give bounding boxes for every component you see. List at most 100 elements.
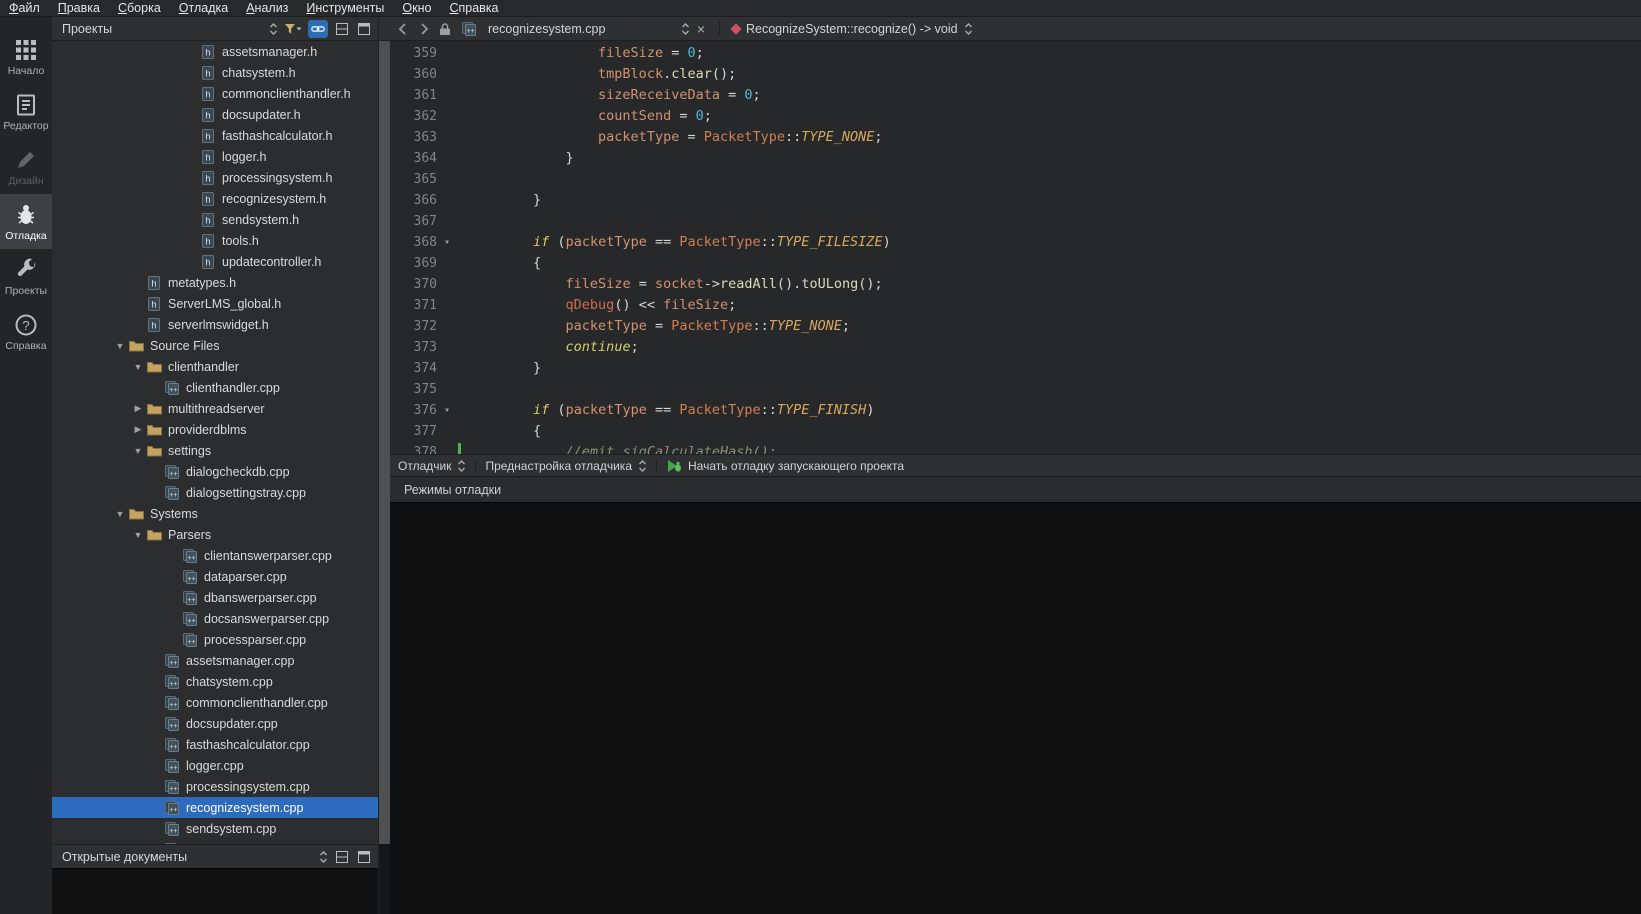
menu-item-help[interactable]: Справка xyxy=(440,0,507,16)
project-pane-title[interactable]: Проекты xyxy=(62,22,112,36)
pane-selector-spin-icon[interactable] xyxy=(269,22,278,36)
line-number: 362 xyxy=(390,109,444,124)
tree-item-fasthashcalculator.cpp[interactable]: ++fasthashcalculator.cpp xyxy=(52,734,378,755)
fold-marker-icon[interactable]: ▾ xyxy=(444,405,462,416)
tree-item-assetsmanager.h[interactable]: hassetsmanager.h xyxy=(52,41,378,62)
tree-item-serverlmswidget.h[interactable]: hserverlmswidget.h xyxy=(52,314,378,335)
sidebar-item-debug[interactable]: Отладка xyxy=(0,194,52,249)
debug-preset-spin-icon[interactable] xyxy=(638,459,647,473)
open-documents-spin-icon[interactable] xyxy=(319,850,328,864)
folder-icon xyxy=(146,443,162,459)
open-documents-title[interactable]: Открытые документы xyxy=(62,850,187,864)
symbol-spin-icon[interactable] xyxy=(964,22,973,36)
code-content[interactable]: fileSize = 0; tmpBlock.clear(); sizeRece… xyxy=(462,43,1641,454)
tree-item-docsupdater.cpp[interactable]: ++docsupdater.cpp xyxy=(52,713,378,734)
line-number: 369 xyxy=(390,256,444,271)
chevron-right-icon[interactable]: ▶ xyxy=(130,424,146,435)
menu-item-tools[interactable]: Инструменты xyxy=(297,0,393,16)
tree-item-parsers[interactable]: ▼Parsers xyxy=(52,524,378,545)
tree-item-clientanswerparser.cpp[interactable]: ++clientanswerparser.cpp xyxy=(52,545,378,566)
forward-icon[interactable] xyxy=(415,19,433,39)
chevron-right-icon[interactable]: ▶ xyxy=(130,403,146,414)
tree-item-fasthashcalculator.h[interactable]: hfasthashcalculator.h xyxy=(52,125,378,146)
sidebar-item-help[interactable]: ?Справка xyxy=(0,304,52,359)
tree-item-clienthandler.cpp[interactable]: ++clienthandler.cpp xyxy=(52,377,378,398)
sidebar-item-welcome[interactable]: Начало xyxy=(0,29,52,84)
svg-text:++: ++ xyxy=(169,702,177,709)
split-icon[interactable] xyxy=(334,848,350,866)
tree-item-docsupdater.h[interactable]: hdocsupdater.h xyxy=(52,104,378,125)
tree-item-systems[interactable]: ▼Systems xyxy=(52,503,378,524)
tree-item-assetsmanager.cpp[interactable]: ++assetsmanager.cpp xyxy=(52,650,378,671)
tree-item-chatsystem.cpp[interactable]: ++chatsystem.cpp xyxy=(52,671,378,692)
debugger-combo-spin-icon[interactable] xyxy=(457,459,466,473)
tree-scrollbar[interactable] xyxy=(378,17,390,914)
debugger-combo[interactable]: Отладчик xyxy=(398,459,451,473)
close-pane-icon[interactable] xyxy=(356,20,372,38)
sidebar-item-projects[interactable]: Проекты xyxy=(0,249,52,304)
tree-item-label: processparser.cpp xyxy=(204,633,306,647)
back-icon[interactable] xyxy=(394,19,412,39)
tree-item-multithreadserver[interactable]: ▶multithreadserver xyxy=(52,398,378,419)
tree-item-label: docsupdater.cpp xyxy=(186,717,278,731)
code-editor[interactable]: 359360361362363364365366367368▾369370371… xyxy=(390,41,1641,454)
symbol-selector[interactable]: RecognizeSystem::recognize() -> void xyxy=(728,17,977,40)
sidebar-item-design[interactable]: Дизайн xyxy=(0,139,52,194)
tree-item-processparser.cpp[interactable]: ++ processparser.cpp xyxy=(52,629,378,650)
tree-item-docsanswerparser.cpp[interactable]: ++docsanswerparser.cpp xyxy=(52,608,378,629)
tree-item-label: updatecontroller.h xyxy=(222,255,321,269)
sidebar-item-editor[interactable]: Редактор xyxy=(0,84,52,139)
chevron-down-icon[interactable]: ▼ xyxy=(130,530,146,540)
chevron-down-icon[interactable]: ▼ xyxy=(130,362,146,372)
tree-item-processingsystem.h[interactable]: hprocessingsystem.h xyxy=(52,167,378,188)
tree-item-providerdblms[interactable]: ▶providerdblms xyxy=(52,419,378,440)
tree-item-processingsystem.cpp[interactable]: ++processingsystem.cpp xyxy=(52,776,378,797)
tree-item-clienthandler[interactable]: ▼clienthandler xyxy=(52,356,378,377)
menu-item-window[interactable]: Окно xyxy=(393,0,440,16)
chevron-down-icon[interactable]: ▼ xyxy=(130,446,146,456)
chevron-down-icon[interactable]: ▼ xyxy=(112,341,128,351)
menu-item-file[interactable]: Файл xyxy=(0,0,49,16)
split-icon[interactable] xyxy=(334,20,350,38)
tree-item-recognizesystem.cpp[interactable]: ++recognizesystem.cpp xyxy=(52,797,378,818)
tree-item-dataparser.cpp[interactable]: ++dataparser.cpp xyxy=(52,566,378,587)
tree-item-logger.h[interactable]: hlogger.h xyxy=(52,146,378,167)
menu-item-edit[interactable]: Правка xyxy=(49,0,109,16)
tree-item-logger.cpp[interactable]: ++logger.cpp xyxy=(52,755,378,776)
tree-item-settings[interactable]: ▼settings xyxy=(52,440,378,461)
fold-marker-icon[interactable]: ▾ xyxy=(444,237,462,248)
tree-item-updatecontroller.h[interactable]: hupdatecontroller.h xyxy=(52,251,378,272)
tree-item-commonclienthandler.h[interactable]: hcommonclienthandler.h xyxy=(52,83,378,104)
debug-preset-combo[interactable]: Преднастройка отладчика xyxy=(485,459,632,473)
start-debug-icon[interactable] xyxy=(666,457,682,475)
chevron-down-icon[interactable]: ▼ xyxy=(112,509,128,519)
menu-item-debug[interactable]: Отладка xyxy=(170,0,237,16)
start-debug-label[interactable]: Начать отладку запускающего проекта xyxy=(688,459,904,473)
tree-item-chatsystem.h[interactable]: hchatsystem.h xyxy=(52,62,378,83)
tree-item-metatypes.h[interactable]: hmetatypes.h xyxy=(52,272,378,293)
tree-item-sendsystem.cpp[interactable]: ++sendsystem.cpp xyxy=(52,818,378,839)
tree-item-serverlms_global.h[interactable]: hServerLMS_global.h xyxy=(52,293,378,314)
lock-icon[interactable] xyxy=(436,19,454,39)
tree-item-dialogcheckdb.cpp[interactable]: ++dialogcheckdb.cpp xyxy=(52,461,378,482)
menu-item-analyze[interactable]: Анализ xyxy=(237,0,297,16)
tree-item-recognizesystem.h[interactable]: hrecognizesystem.h xyxy=(52,188,378,209)
sync-with-editor-icon[interactable] xyxy=(308,20,328,38)
tree-item-dbanswerparser.cpp[interactable]: ++dbanswerparser.cpp xyxy=(52,587,378,608)
close-document-icon[interactable]: × xyxy=(695,22,707,36)
tree-item-sendsystem.h[interactable]: hsendsystem.h xyxy=(52,209,378,230)
folder-icon xyxy=(128,506,144,522)
tree-item-commonclienthandler.cpp[interactable]: ++commonclienthandler.cpp xyxy=(52,692,378,713)
tree-item-dialogsettingstray.cpp[interactable]: ++dialogsettingstray.cpp xyxy=(52,482,378,503)
svg-text:++: ++ xyxy=(187,639,195,646)
tree-item-source-files[interactable]: ▼Source Files xyxy=(52,335,378,356)
scrollbar-thumb[interactable] xyxy=(379,41,390,844)
tree-item-tools.h[interactable]: htools.h xyxy=(52,230,378,251)
file-cpp-icon: ++ xyxy=(164,737,180,753)
menu-item-build[interactable]: Сборка xyxy=(109,0,170,16)
close-pane-icon[interactable] xyxy=(356,848,372,866)
document-spin-icon[interactable] xyxy=(681,22,690,36)
folder-icon xyxy=(146,401,162,417)
filter-icon[interactable] xyxy=(284,20,302,38)
document-selector[interactable]: ++ recognizesystem.cpp × xyxy=(457,17,711,40)
